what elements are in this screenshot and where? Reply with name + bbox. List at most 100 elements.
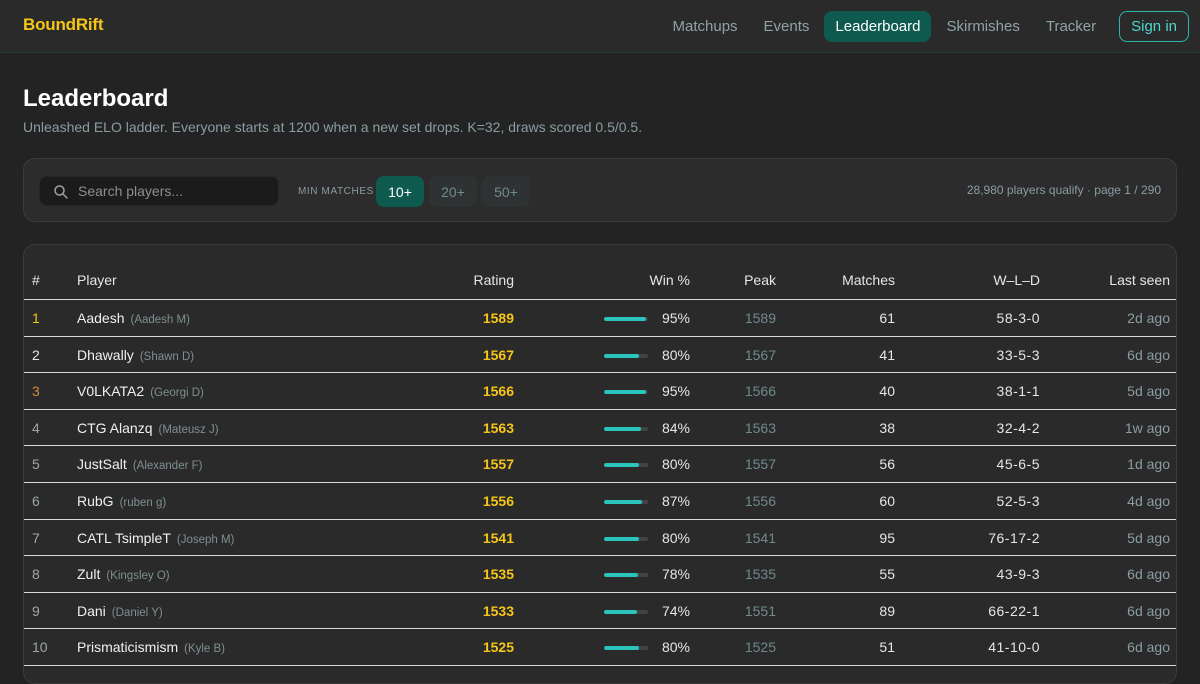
player-name[interactable]: CATL TsimpleT [77,530,171,546]
table-row[interactable]: 2Dhawally(Shawn D)156780%15674133-5-36d … [24,337,1177,374]
table-row[interactable]: 5JustSalt(Alexander F)155780%15575645-6-… [24,446,1177,483]
win-rate-bar [604,573,648,577]
search-input[interactable] [78,177,273,205]
peak-cell: 1525 [745,639,776,655]
sign-in-button[interactable]: Sign in [1119,11,1189,42]
rank-cell: 5 [32,456,40,472]
col-peak[interactable]: Peak [744,272,776,288]
matches-cell: 60 [879,493,895,509]
rating-cell: 1541 [483,530,514,546]
leaderboard-table: # Player Rating Win % Peak Matches W–L–D… [23,244,1177,684]
last-seen-cell: 1d ago [1127,456,1170,472]
peak-cell: 1535 [745,566,776,582]
win-pct-cell: 78% [662,566,690,582]
last-seen-cell: 5d ago [1127,530,1170,546]
player-real-name: (Joseph M) [177,534,235,546]
rank-cell: 3 [32,383,40,399]
table-row[interactable]: 4CTG Alanzq(Mateusz J)156384%15633832-4-… [24,410,1177,447]
player-name[interactable]: Zult [77,566,100,582]
nav-item-events[interactable]: Events [753,11,821,42]
rating-cell: 1535 [483,566,514,582]
nav-item-matchups[interactable]: Matchups [662,11,749,42]
player-real-name: (Alexander F) [133,460,203,472]
player-name[interactable]: RubG [77,493,114,509]
player-cell[interactable]: Prismaticismism(Kyle B) [77,639,225,655]
player-name[interactable]: V0LKATA2 [77,383,144,399]
rating-cell: 1563 [483,420,514,436]
player-real-name: (Shawn D) [140,351,194,363]
last-seen-cell: 1w ago [1125,420,1170,436]
nav-item-leaderboard[interactable]: Leaderboard [824,11,931,42]
table-row[interactable]: 8Zult(Kingsley O)153578%15355543-9-36d a… [24,556,1177,593]
player-cell[interactable]: Aadesh (Aadesh M) [77,310,190,326]
player-real-name: (Aadesh M) [130,314,189,326]
rank-cell: 1 [32,310,40,326]
search-box[interactable] [39,176,279,206]
player-cell[interactable]: CATL TsimpleT (Joseph M) [77,530,234,546]
last-seen-cell: 2d ago [1127,310,1170,326]
win-rate-bar [604,610,648,614]
table-row[interactable]: 3V0LKATA2(Georgi D)156695%15664038-1-15d… [24,373,1177,410]
col-matches[interactable]: Matches [842,272,895,288]
player-real-name: (ruben g) [120,497,167,509]
player-cell[interactable]: Dani(Daniel Y) [77,603,163,619]
table-row[interactable]: 9 Dani(Daniel Y) 1533 74% 1551 89 66-22-1 6d ag… [24,593,1177,630]
col-player[interactable]: Player [77,272,117,288]
rating-cell: 1589 [483,310,514,326]
win-pct-cell: 84% [662,420,690,436]
wld-cell: 66-22-1 [988,603,1040,619]
col-rank[interactable]: # [32,272,40,288]
table-row[interactable]: 6RubG(ruben g)155687%15566052-5-34d ago [24,483,1177,520]
win-rate-bar [604,427,648,431]
min-matches-label: MIN MATCHES [298,186,374,197]
player-cell[interactable]: Dhawally (Shawn D) [77,347,194,363]
win-pct-cell: 74% [662,603,690,619]
player-name[interactable]: CTG Alanzq [77,420,152,436]
page-title: Leaderboard [23,85,168,113]
win-rate-bar-fill [604,463,639,467]
player-name[interactable]: Prismaticismism [77,639,178,655]
col-rating[interactable]: Rating [474,272,514,288]
col-last-seen[interactable]: Last seen [1109,272,1170,288]
player-cell[interactable]: V0LKATA2 (Georgi D) [77,383,204,399]
peak-cell: 1551 [745,603,776,619]
app-logo[interactable]: BoundRift [23,15,103,35]
nav-item-tracker[interactable]: Tracker [1035,11,1107,42]
player-cell[interactable]: Zult(Kingsley O) [77,566,170,582]
matches-cell: 89 [879,603,895,619]
player-name[interactable]: Dani [77,603,106,619]
col-win[interactable]: Win % [650,272,690,288]
win-rate-bar [604,537,648,541]
col-wld[interactable]: W–L–D [993,272,1040,288]
rank-cell: 7 [32,530,40,546]
player-real-name: (Mateusz J) [158,424,218,436]
peak-cell: 1589 [745,310,776,326]
table-row[interactable]: 1Aadesh(Aadesh M)158995%15896158-3-02d a… [24,300,1177,337]
min-matches-50-chip[interactable]: 50+ [482,176,530,207]
last-seen-cell: 6d ago [1127,603,1170,619]
win-rate-bar-fill [604,427,641,431]
min-matches-10-chip[interactable]: 10+ [376,176,424,207]
player-cell[interactable]: JustSalt (Alexander F) [77,456,202,472]
nav-item-skirmishes[interactable]: Skirmishes [935,11,1030,42]
peak-cell: 1557 [745,456,776,472]
rank-cell: 9 [32,603,40,619]
player-cell[interactable]: RubG (ruben g) [77,493,166,509]
rating-cell: 1533 [483,603,514,619]
table-row[interactable]: 10Prismaticismism(Kyle B)152580%15255141… [24,629,1177,666]
main-nav: Matchups Events Leaderboard Skirmishes T… [658,0,1200,53]
win-pct-cell: 95% [662,310,690,326]
player-name[interactable]: JustSalt [77,456,127,472]
player-real-name: (Georgi D) [150,387,204,399]
matches-cell: 56 [879,456,895,472]
win-rate-bar [604,390,648,394]
matches-cell: 95 [879,530,895,546]
table-row[interactable]: 7CATL TsimpleT(Joseph M)154180%15419576-… [24,520,1177,557]
search-icon [53,184,69,200]
player-name[interactable]: Aadesh [77,310,124,326]
win-pct-cell: 80% [662,639,690,655]
peak-cell: 1567 [745,347,776,363]
player-name[interactable]: Dhawally [77,347,134,363]
min-matches-20-chip[interactable]: 20+ [429,176,477,207]
player-cell[interactable]: CTG Alanzq (Mateusz J) [77,420,219,436]
